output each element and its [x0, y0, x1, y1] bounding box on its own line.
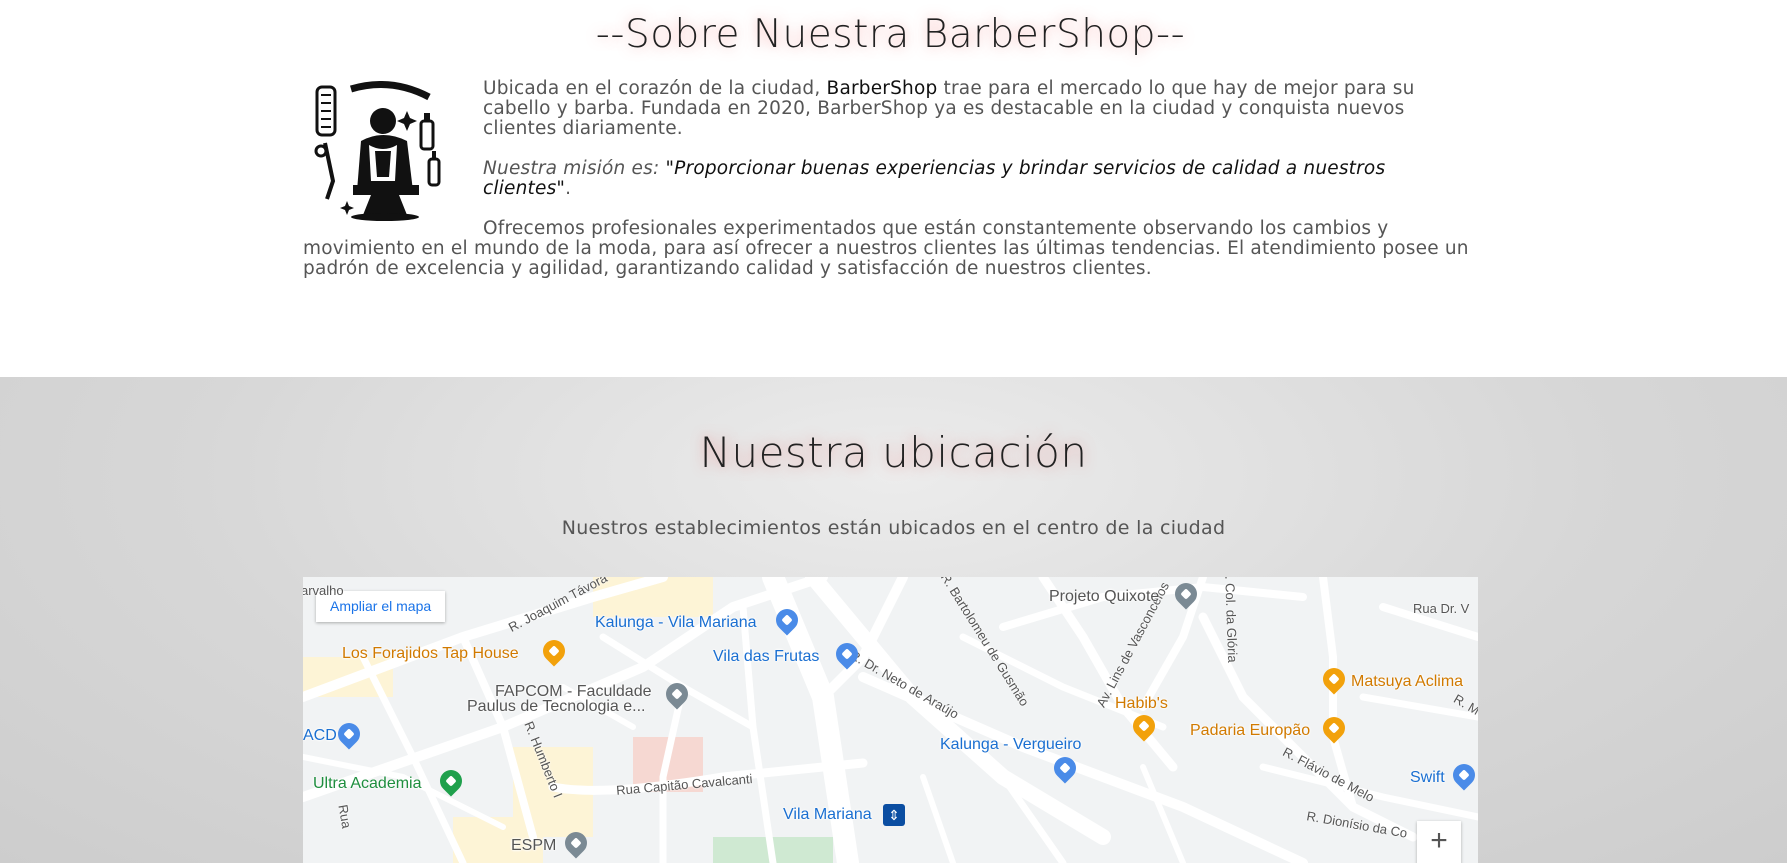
poi-label[interactable]: Kalunga - Vila Mariana	[595, 614, 757, 632]
about-section: --Sobre Nuestra BarberShop-- Ubicada en …	[0, 0, 1787, 377]
poi-label[interactable]: Padaria Europão	[1190, 722, 1310, 740]
about-container: --Sobre Nuestra BarberShop-- Ubicada en …	[303, 0, 1478, 299]
mission-label: Nuestra misión es:	[483, 158, 666, 179]
location-title: Nuestra ubicación	[699, 428, 1088, 477]
poi-label[interactable]: Matsuya Aclima	[1351, 673, 1463, 691]
location-subtitle: Nuestros establecimientos están ubicados…	[561, 517, 1226, 539]
poi-label[interactable]: Kalunga - Vergueiro	[940, 736, 1081, 754]
poi-label[interactable]: Ultra Academia	[313, 775, 422, 793]
poi-label[interactable]: Projeto Quixote	[1049, 588, 1159, 606]
brand-name: BarberShop	[826, 78, 938, 99]
poi-label[interactable]: Los Forajidos Tap House	[342, 645, 519, 663]
mission-end: .	[565, 178, 572, 199]
poi-label[interactable]: Paulus de Tecnologia e...	[467, 698, 646, 716]
poi-label[interactable]: Vila Mariana	[783, 806, 872, 824]
google-map[interactable]: Ampliar el mapa R. Joaquim Távora R. Bar…	[303, 577, 1478, 863]
poi-label[interactable]: Vila das Frutas	[713, 648, 819, 666]
zoom-in-button[interactable]: +	[1417, 821, 1461, 863]
about-text: Ubicada en el corazón de la ciudad,	[483, 78, 827, 99]
street-label: arvalho	[303, 583, 344, 598]
about-paragraph-1: Ubicada en el corazón de la ciudad, Barb…	[303, 79, 1478, 139]
barber-illustration-icon	[314, 81, 441, 221]
street-label: Rua Dr. V	[1413, 601, 1470, 616]
about-body: Ubicada en el corazón de la ciudad, Barb…	[303, 79, 1478, 279]
about-paragraph-3: Ofrecemos profesionales experimentados q…	[303, 218, 1469, 279]
mission-paragraph: Nuestra misión es: "Proporcionar buenas …	[303, 159, 1478, 199]
metro-station-icon[interactable]: ⇕	[883, 804, 905, 826]
street-label: R. Col. da Glória	[1221, 577, 1241, 663]
poi-label[interactable]: ESPM	[511, 837, 556, 855]
about-title: --Sobre Nuestra BarberShop--	[595, 12, 1186, 57]
poi-label[interactable]: ACD	[303, 727, 337, 745]
poi-label[interactable]: Habib's	[1115, 695, 1168, 713]
poi-label[interactable]: Swift	[1410, 769, 1445, 787]
